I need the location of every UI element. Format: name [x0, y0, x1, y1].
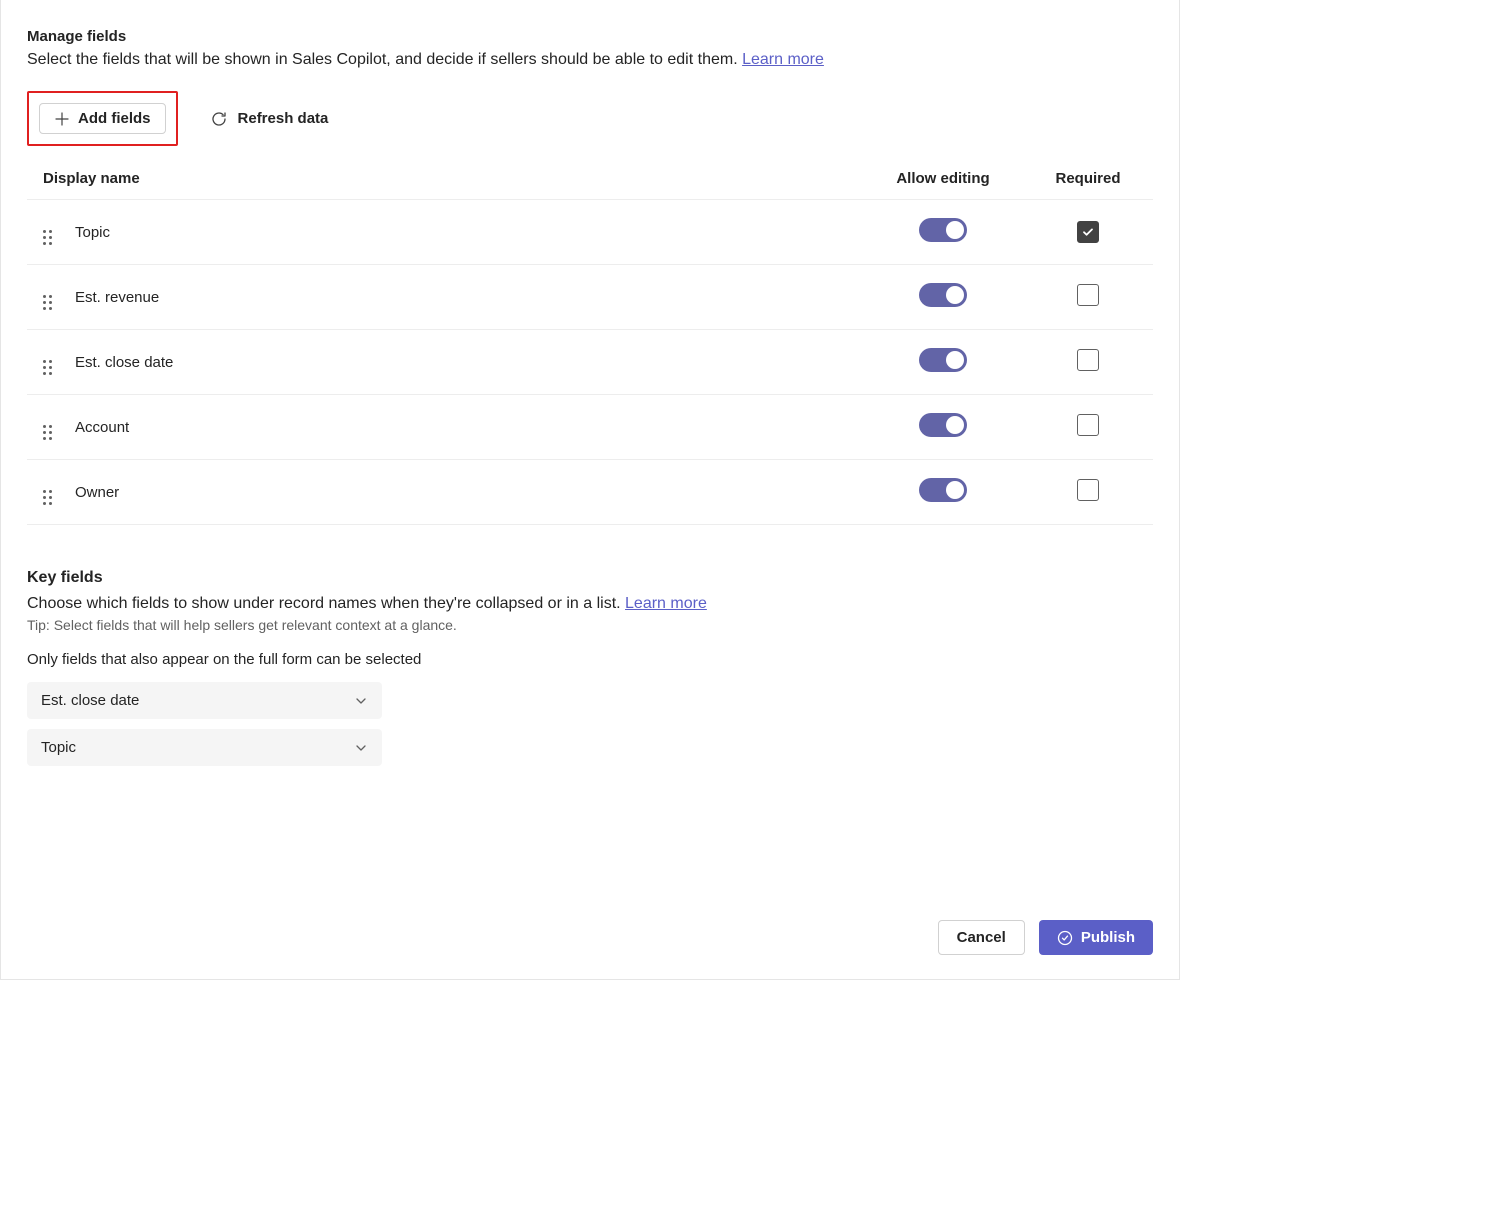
add-fields-button[interactable]: Add fields: [39, 103, 166, 134]
field-name: Topic: [67, 200, 863, 265]
allow-editing-toggle[interactable]: [919, 478, 967, 502]
key-fields-desc-text: Choose which fields to show under record…: [27, 595, 625, 612]
drag-handle-cell: [27, 200, 67, 265]
fields-table: Display name Allow editing Required Topi…: [27, 160, 1153, 525]
allow-editing-toggle[interactable]: [919, 413, 967, 437]
manage-fields-panel: Manage fields Select the fields that wil…: [0, 0, 1180, 980]
allow-editing-toggle[interactable]: [919, 283, 967, 307]
drag-handle-icon[interactable]: [43, 295, 52, 310]
key-field-select[interactable]: Est. close date: [27, 682, 382, 719]
key-field-select-value: Topic: [41, 739, 76, 756]
footer-actions: Cancel Publish: [938, 920, 1153, 955]
key-field-select-value: Est. close date: [41, 692, 139, 709]
field-name: Account: [67, 395, 863, 460]
required-cell: [1023, 200, 1153, 265]
table-row: Est. close date: [27, 330, 1153, 395]
col-allow-editing: Allow editing: [863, 160, 1023, 200]
learn-more-link[interactable]: Learn more: [742, 51, 824, 68]
required-checkbox[interactable]: [1077, 284, 1099, 306]
drag-handle-cell: [27, 330, 67, 395]
manage-fields-desc-text: Select the fields that will be shown in …: [27, 51, 742, 68]
col-display-name: Display name: [27, 160, 863, 200]
key-field-select[interactable]: Topic: [27, 729, 382, 766]
table-row: Topic: [27, 200, 1153, 265]
required-checkbox[interactable]: [1077, 349, 1099, 371]
drag-handle-icon[interactable]: [43, 230, 52, 245]
add-fields-highlight: Add fields: [27, 91, 178, 146]
field-name: Est. close date: [67, 330, 863, 395]
allow-editing-cell: [863, 330, 1023, 395]
key-fields-section: Key fields Choose which fields to show u…: [27, 569, 1153, 766]
key-fields-desc: Choose which fields to show under record…: [27, 595, 1153, 613]
toolbar: Add fields Refresh data: [27, 91, 1153, 146]
table-row: Account: [27, 395, 1153, 460]
drag-handle-icon[interactable]: [43, 360, 52, 375]
drag-handle-icon[interactable]: [43, 425, 52, 440]
refresh-button[interactable]: Refresh data: [202, 104, 337, 134]
drag-handle-cell: [27, 265, 67, 330]
required-cell: [1023, 395, 1153, 460]
chevron-down-icon: [354, 741, 368, 755]
cancel-button[interactable]: Cancel: [938, 920, 1025, 955]
manage-fields-desc: Select the fields that will be shown in …: [27, 51, 1153, 69]
allow-editing-cell: [863, 395, 1023, 460]
key-fields-tip: Tip: Select fields that will help seller…: [27, 617, 1153, 633]
field-name: Owner: [67, 460, 863, 525]
allow-editing-cell: [863, 265, 1023, 330]
table-row: Owner: [27, 460, 1153, 525]
required-cell: [1023, 265, 1153, 330]
chevron-down-icon: [354, 694, 368, 708]
table-row: Est. revenue: [27, 265, 1153, 330]
field-name: Est. revenue: [67, 265, 863, 330]
allow-editing-cell: [863, 460, 1023, 525]
required-checkbox[interactable]: [1077, 414, 1099, 436]
allow-editing-toggle[interactable]: [919, 348, 967, 372]
manage-fields-title: Manage fields: [27, 28, 1153, 45]
key-fields-note: Only fields that also appear on the full…: [27, 651, 1153, 668]
col-required: Required: [1023, 160, 1153, 200]
plus-icon: [54, 111, 70, 127]
required-cell: [1023, 330, 1153, 395]
refresh-icon: [210, 110, 228, 128]
allow-editing-cell: [863, 200, 1023, 265]
allow-editing-toggle[interactable]: [919, 218, 967, 242]
drag-handle-icon[interactable]: [43, 490, 52, 505]
add-fields-label: Add fields: [78, 110, 151, 127]
publish-button[interactable]: Publish: [1039, 920, 1153, 955]
refresh-label: Refresh data: [238, 110, 329, 127]
required-cell: [1023, 460, 1153, 525]
key-learn-more-link[interactable]: Learn more: [625, 595, 707, 612]
publish-label: Publish: [1081, 929, 1135, 946]
drag-handle-cell: [27, 460, 67, 525]
drag-handle-cell: [27, 395, 67, 460]
key-fields-title: Key fields: [27, 569, 1153, 587]
check-circle-icon: [1057, 930, 1073, 946]
required-checkbox[interactable]: [1077, 479, 1099, 501]
required-checkbox[interactable]: [1077, 221, 1099, 243]
